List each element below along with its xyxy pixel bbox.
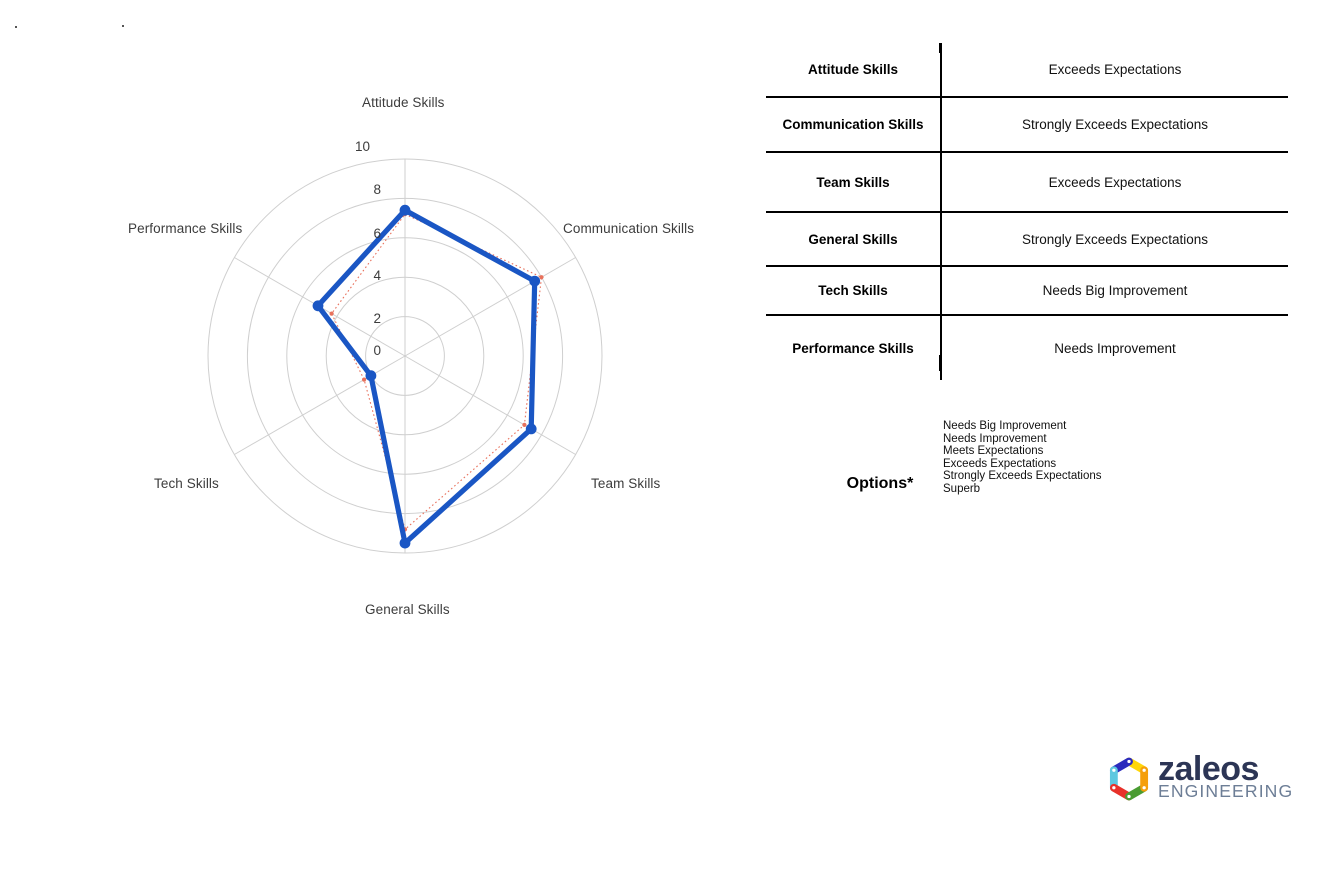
radar-series-rating (312, 204, 541, 549)
table-cell-rating: Strongly Exceeds Expectations (941, 97, 1288, 153)
radar-axis-label-general-skills: General Skills (365, 602, 450, 617)
table-cell-skill: Communication Skills (766, 97, 942, 153)
table-cell-rating: Needs Improvement (1054, 340, 1176, 356)
table-row: General Skills Strongly Exceeds Expectati… (766, 212, 1288, 267)
option-item: Strongly Exceeds Expectations (943, 470, 1102, 483)
option-item: Needs Improvement (943, 432, 1047, 445)
radar-radial-tick-8: 8 (373, 182, 381, 197)
table-cell-rating: Exceeds Expectations (941, 43, 1288, 98)
table-cell-rating: Needs Big Improvement (941, 266, 1288, 316)
option-item: Needs Big Improvement (943, 420, 1067, 432)
radar-radial-tick-6: 6 (373, 226, 381, 241)
table-row: Performance Skills Needs Improvement (766, 315, 1288, 380)
table-row: Tech Skills Needs Big Improvement (766, 266, 1288, 316)
radar-axis-label-attitude-skills: Attitude Skills (362, 95, 445, 110)
table-cell-rating: Strongly Exceeds Expectations (941, 212, 1288, 267)
table-cell-skill: Performance Skills (766, 315, 942, 380)
table-row: Team Skills Exceeds Expectations (766, 152, 1288, 213)
radar-axis-label-team-skills: Team Skills (591, 476, 661, 491)
radar-radial-tick-4: 4 (373, 268, 381, 283)
option-item: Exceeds Expectations (943, 457, 1057, 470)
table-row: Communication Skills Strongly Exceeds Exp… (766, 97, 1288, 153)
table-cell-skill: Tech Skills (766, 266, 942, 316)
zaleos-logo: zaleos ENGINEERING (1106, 752, 1292, 806)
radar-radial-tick-0: 0 (373, 343, 381, 358)
table-cell-skill: Team Skills (766, 152, 942, 213)
options-list-items: Needs Big Improvement Needs Improvement Me… (943, 420, 1102, 496)
option-item: Superb (943, 482, 981, 495)
option-item: Meets Expectations (943, 445, 1044, 458)
radar-radial-tick-2: 2 (373, 311, 381, 326)
table-cell-skill: Attitude Skills (766, 43, 942, 98)
radar-axis-spokes (234, 159, 576, 553)
zaleos-hexagon-icon (1109, 757, 1149, 801)
options-list: Needs Big Improvement Needs Improvement Me… (943, 420, 1102, 496)
radar-axis-label-communication-skills: Communication Skills (563, 221, 695, 236)
radar-radial-tick-10: 10 (354, 139, 370, 154)
table-cell-rating: Exceeds Expectations (941, 152, 1288, 213)
radar-axis-label-performance-skills: Performance Skills (128, 221, 243, 236)
logo-sub-text: ENGINEERING (1158, 781, 1294, 801)
zaleos-wordmark: zaleos ENGINEERING (1158, 752, 1293, 801)
table-row: Attitude Skills Exceeds Expectations (766, 43, 1288, 98)
skills-rating-table-body: Attitude Skills Exceeds Expectations Commu… (766, 43, 1288, 380)
radar-axis-label-tech-skills: Tech Skills (154, 476, 219, 491)
options-label: Options* (846, 475, 914, 492)
radar-chart-panel: Attitude Skills Communication Skills Team … (0, 0, 760, 660)
table-cell-skill: General Skills (766, 212, 942, 267)
skills-rating-table: Attitude Skills Exceeds Expectations Commu… (766, 43, 1288, 380)
